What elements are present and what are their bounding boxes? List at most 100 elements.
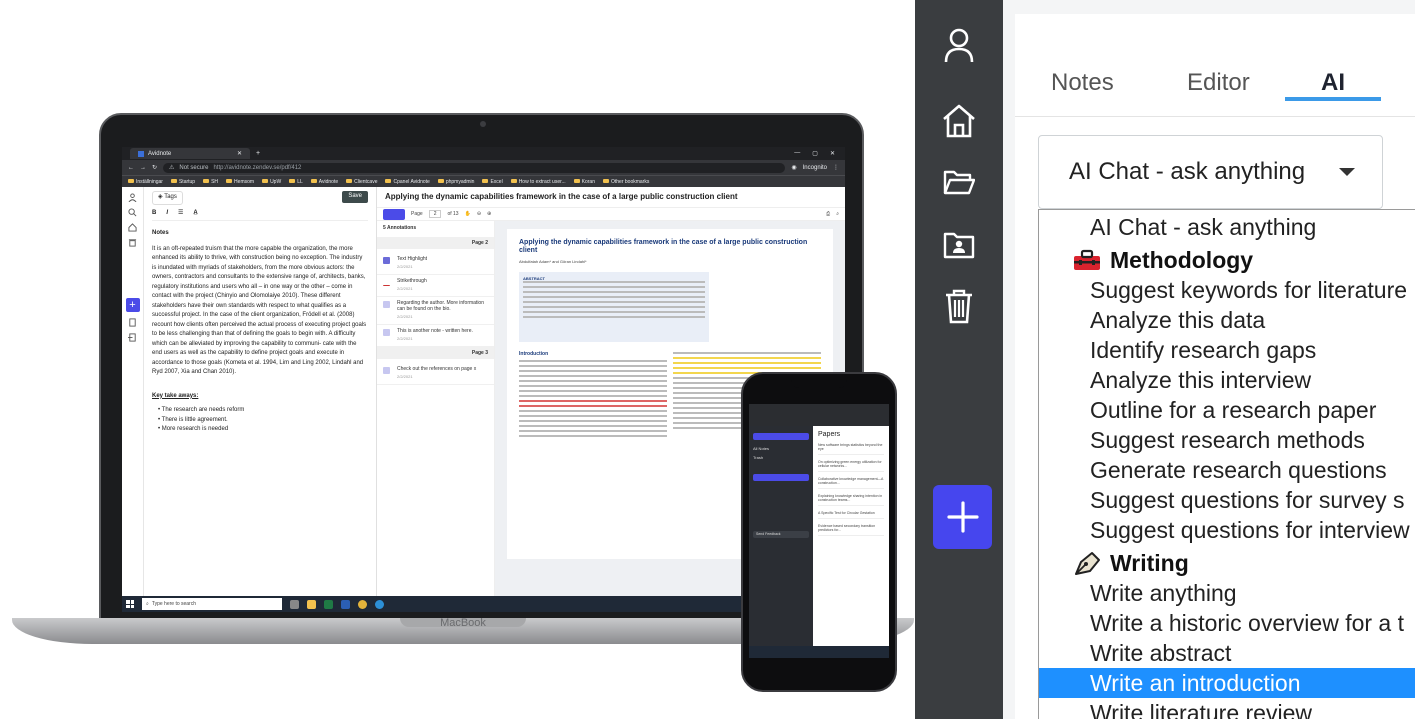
- chrome-icon[interactable]: [358, 599, 367, 609]
- paper-card[interactable]: On optimizing green energy utilization f…: [818, 460, 884, 472]
- folder-icon: [573, 179, 580, 184]
- annotation-item[interactable]: Regarding the author. More information c…: [377, 297, 494, 325]
- notes-body[interactable]: It is an oft-repeated truism that the mo…: [152, 245, 368, 378]
- bookmark-item[interactable]: Avidnote: [310, 179, 338, 185]
- bookmark-item[interactable]: LL: [289, 179, 303, 185]
- list-button[interactable]: ☰: [178, 209, 183, 219]
- annotation-item[interactable]: This is another note - written here. 2/2…: [377, 325, 494, 347]
- dropdown-option[interactable]: Write anything: [1039, 578, 1415, 608]
- page-group-label: Page 2: [377, 237, 494, 249]
- bookmark-item[interactable]: Koran: [573, 179, 595, 185]
- new-tab-icon[interactable]: +: [256, 150, 260, 157]
- save-button[interactable]: Save: [342, 191, 368, 203]
- bold-button[interactable]: B: [152, 209, 156, 219]
- excel-icon[interactable]: [324, 599, 333, 609]
- annotation-item[interactable]: Check out the references on page x 2/2/2…: [377, 363, 494, 385]
- bookmark-item[interactable]: Other bookmarks: [603, 179, 649, 185]
- tab-ai[interactable]: AI: [1321, 69, 1345, 97]
- home-button[interactable]: [939, 101, 979, 141]
- menu-item[interactable]: Trash: [753, 455, 809, 460]
- print-icon[interactable]: ⎙: [826, 211, 830, 217]
- bookmark-item[interactable]: How to extract user...: [510, 179, 566, 185]
- reload-icon[interactable]: ↻: [152, 164, 157, 171]
- maximize-icon[interactable]: ▢: [812, 150, 818, 157]
- tab-editor[interactable]: Editor: [1187, 69, 1250, 97]
- trash-button[interactable]: [939, 286, 979, 326]
- minimize-icon[interactable]: —: [794, 150, 800, 157]
- forward-icon[interactable]: →: [140, 165, 146, 171]
- ai-prompt-select[interactable]: AI Chat - ask anything: [1038, 135, 1383, 209]
- menu-dots-icon[interactable]: ⋮: [833, 164, 839, 171]
- trash-icon[interactable]: [128, 238, 137, 247]
- add-button[interactable]: [933, 485, 992, 549]
- hand-icon[interactable]: ✋: [465, 211, 471, 217]
- paper-card[interactable]: A Specific Test for Circular Gestation: [818, 511, 884, 519]
- bookmark-item[interactable]: Excel: [482, 179, 503, 185]
- bookmark-item[interactable]: Clientcave: [346, 179, 377, 185]
- back-icon[interactable]: ←: [128, 165, 134, 171]
- home-icon[interactable]: [128, 223, 137, 232]
- dropdown-option[interactable]: Write a historic overview for a t: [1039, 608, 1415, 638]
- phone-search-papers-button[interactable]: [753, 474, 809, 481]
- dropdown-option[interactable]: Analyze this data: [1039, 305, 1415, 335]
- text-format-button[interactable]: A̲: [193, 209, 197, 219]
- bookmark-item[interactable]: UpW: [262, 179, 281, 185]
- paper-card[interactable]: Evidence based secondary transition pred…: [818, 524, 884, 536]
- browser-tab[interactable]: Avidnote ✕: [130, 148, 250, 159]
- explorer-icon[interactable]: [307, 599, 316, 609]
- phone-primary-button[interactable]: [753, 433, 809, 440]
- pen-tool-button[interactable]: [383, 208, 405, 220]
- zoom-out-icon[interactable]: ⊖: [477, 211, 481, 217]
- paper-card[interactable]: Explaining knowledge sharing intention i…: [818, 494, 884, 506]
- tab-close-icon[interactable]: ✕: [237, 150, 242, 157]
- zoom-in-icon[interactable]: ⊕: [487, 211, 491, 217]
- annotation-date: 2/2/2021: [397, 336, 413, 341]
- italic-button[interactable]: I: [166, 209, 168, 219]
- bookmark-item[interactable]: Hemsom: [226, 179, 254, 185]
- dropdown-option[interactable]: Suggest keywords for literature: [1039, 275, 1415, 305]
- bookmark-item[interactable]: Cpanel Avidnote: [385, 179, 430, 185]
- projects-button[interactable]: [939, 162, 979, 202]
- bookmark-item[interactable]: phpmyadmin: [437, 179, 474, 185]
- dropdown-option-selected[interactable]: Write an introduction: [1039, 668, 1415, 698]
- bookmark-item[interactable]: SH: [203, 179, 218, 185]
- page-input[interactable]: 2: [428, 210, 442, 218]
- user-icon[interactable]: [128, 193, 137, 202]
- dropdown-option[interactable]: Generate research questions: [1039, 455, 1415, 485]
- dropdown-option[interactable]: AI Chat - ask anything: [1039, 212, 1415, 242]
- dropdown-option[interactable]: Write literature review: [1039, 698, 1415, 719]
- search-icon[interactable]: [128, 208, 137, 217]
- menu-item[interactable]: All Notes: [753, 446, 809, 451]
- import-icon[interactable]: [128, 333, 137, 342]
- dropdown-option[interactable]: Outline for a research paper: [1039, 395, 1415, 425]
- dropdown-option[interactable]: Suggest research methods: [1039, 425, 1415, 455]
- tags-button[interactable]: ◈ Tags: [152, 191, 183, 205]
- bookmark-item[interactable]: Startup: [170, 179, 195, 185]
- dropdown-option[interactable]: Analyze this interview: [1039, 365, 1415, 395]
- pdf-icon[interactable]: [128, 318, 137, 327]
- tab-notes[interactable]: Notes: [1051, 69, 1114, 97]
- word-icon[interactable]: [341, 599, 350, 609]
- annotation-item[interactable]: Text Highlight 2/2/2021: [377, 253, 494, 275]
- paper-card[interactable]: New software brings statistics beyond th…: [818, 443, 884, 455]
- search-icon[interactable]: ⌕: [836, 211, 839, 217]
- bookmark-item[interactable]: Inställningar: [128, 179, 163, 185]
- edge-icon[interactable]: [375, 599, 384, 609]
- dropdown-option[interactable]: Suggest questions for survey s: [1039, 485, 1415, 515]
- dropdown-option[interactable]: Suggest questions for interview: [1039, 515, 1415, 545]
- page-label: Page: [411, 211, 423, 217]
- shared-button[interactable]: [939, 225, 979, 265]
- taskbar-search[interactable]: ⌕ Type here to search: [142, 598, 282, 610]
- dropdown-option[interactable]: Write abstract: [1039, 638, 1415, 668]
- windows-start-icon[interactable]: [126, 600, 134, 608]
- close-window-icon[interactable]: ✕: [830, 150, 835, 157]
- address-field[interactable]: ⚠ Not secure http://avidnote.zendev.se/p…: [163, 162, 786, 173]
- annotation-item[interactable]: Strikethrough 2/2/2021: [377, 275, 494, 297]
- add-icon[interactable]: +: [125, 298, 140, 312]
- send-feedback-button[interactable]: Send Feedback: [753, 531, 809, 538]
- paper-card[interactable]: Collaborative knowledge management—A con…: [818, 477, 884, 489]
- dropdown-option[interactable]: Identify research gaps: [1039, 335, 1415, 365]
- task-view-icon[interactable]: [290, 599, 299, 609]
- profile-button[interactable]: [939, 25, 979, 65]
- group-label: Methodology: [1110, 247, 1254, 273]
